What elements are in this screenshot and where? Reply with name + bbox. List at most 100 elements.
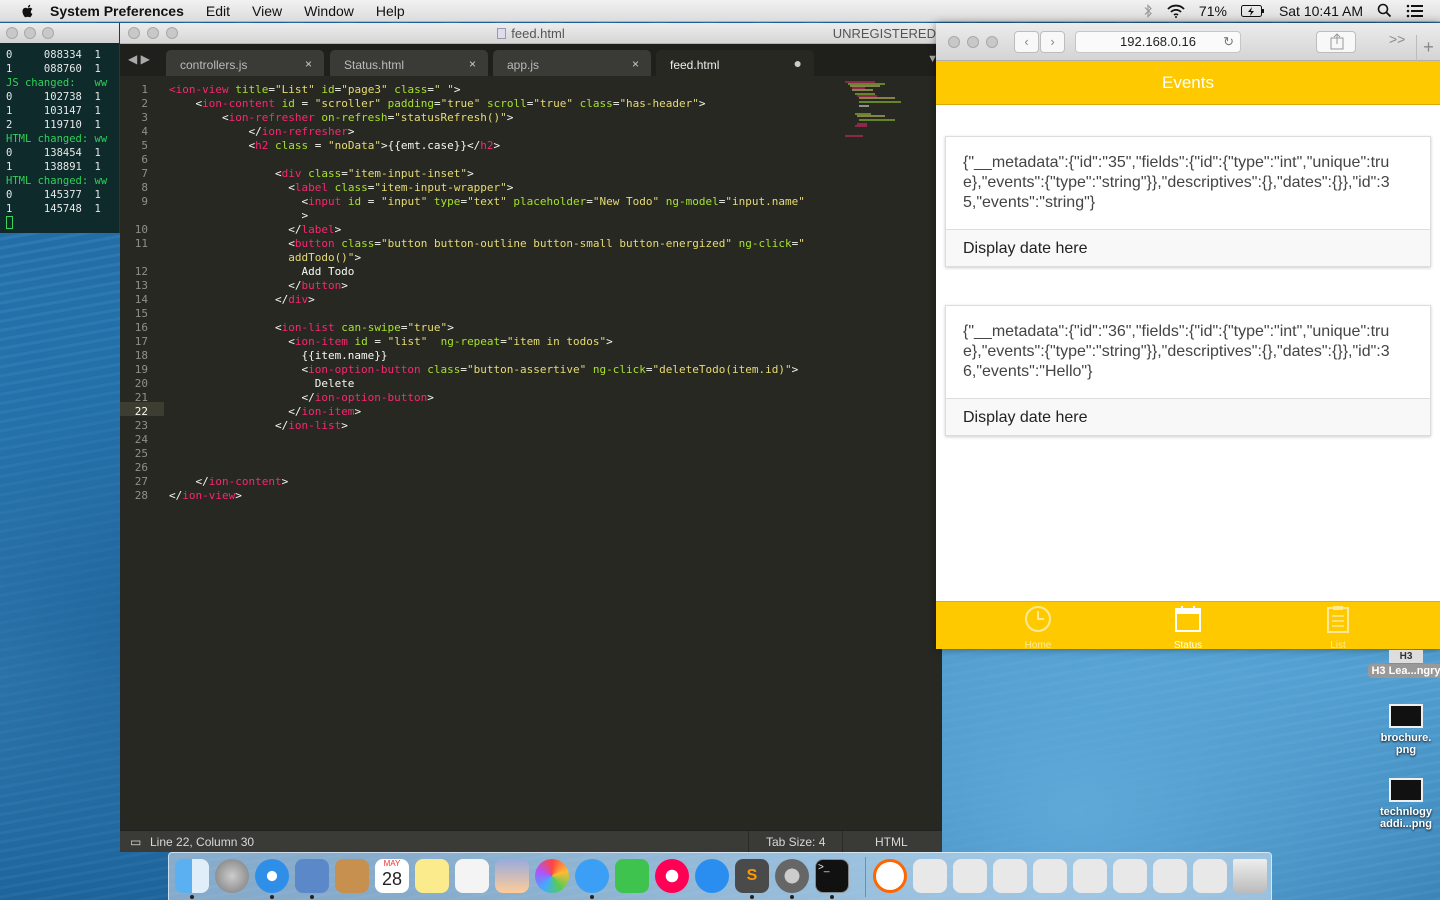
code-line[interactable]: <ion-refresher on-refresh="statusRefresh… [169, 111, 513, 125]
code-line[interactable]: </ion-refresher> [169, 125, 354, 139]
syntax-selector[interactable]: HTML [875, 835, 908, 849]
code-line[interactable]: Delete [169, 377, 355, 391]
messages-icon[interactable] [575, 859, 609, 893]
tab-status[interactable]: Status [1138, 604, 1238, 651]
tab-navigation-icon[interactable]: ◀ ▶ [128, 52, 150, 66]
launchpad-icon[interactable] [215, 859, 249, 893]
terminal-app-icon[interactable]: >_ [815, 859, 849, 893]
system-preferences-icon[interactable] [775, 859, 809, 893]
code-line[interactable]: <div class="item-input-inset"> [169, 167, 474, 181]
terminal-minimize-button[interactable] [24, 27, 36, 39]
tab-controllers-js[interactable]: controllers.js × [166, 50, 324, 76]
browser-zoom-button[interactable] [986, 36, 998, 48]
code-line[interactable]: </div> [169, 293, 315, 307]
notes-icon[interactable] [415, 859, 449, 893]
documents-stack-icon[interactable] [953, 859, 987, 893]
notification-center-icon[interactable] [1406, 4, 1424, 18]
code-line[interactable]: <label class="item-input-wrapper"> [169, 181, 513, 195]
sublime-text-window[interactable]: feed.html UNREGISTERED ◀ ▶ controllers.j… [120, 23, 942, 853]
terminal-output[interactable]: 0 088334 1 1 088760 1 JS changed: ww 0 1… [0, 43, 119, 233]
menu-window[interactable]: Window [304, 3, 354, 19]
desktop-file-h3[interactable]: H3 H3 Lea...ngry [1366, 650, 1440, 678]
code-editor[interactable]: 1 <ion-view title="List" id="page3" class… [120, 80, 850, 820]
menu-view[interactable]: View [252, 3, 282, 19]
tab-modified-icon[interactable]: ● [794, 55, 802, 71]
reload-icon[interactable]: ↻ [1223, 32, 1234, 52]
terminal-window[interactable]: 0 088334 1 1 088760 1 JS changed: ww 0 1… [0, 23, 120, 233]
code-line[interactable]: </ion-content> [169, 475, 288, 489]
reminders-icon[interactable] [455, 859, 489, 893]
safari-icon[interactable] [255, 859, 289, 893]
finder-icon[interactable] [175, 859, 209, 893]
code-line[interactable]: addTodo()"> [169, 251, 361, 265]
battery-icon[interactable] [1240, 4, 1265, 17]
toolbar-overflow-icon[interactable]: >> [1389, 31, 1405, 47]
ibooks-icon[interactable] [873, 859, 907, 893]
back-button[interactable]: ‹ [1014, 31, 1039, 53]
tab-app-js[interactable]: app.js × [493, 50, 651, 76]
minimap[interactable] [845, 81, 905, 141]
tab-status-html[interactable]: Status.html × [330, 50, 488, 76]
tab-home[interactable]: Home [988, 604, 1088, 651]
menu-clock[interactable]: Sat 10:41 AM [1279, 3, 1363, 19]
code-line[interactable]: <ion-option-button class="button-asserti… [169, 363, 798, 377]
new-tab-button[interactable]: + [1416, 35, 1440, 61]
desktop-file-technology[interactable]: technlogy addi...png [1366, 778, 1440, 830]
contacts-icon[interactable] [335, 859, 369, 893]
tab-size-selector[interactable]: Tab Size: 4 [766, 835, 825, 849]
code-line[interactable]: <h2 class = "noData">{{emt.case}}</h2> [169, 139, 500, 153]
bluetooth-icon[interactable] [1143, 3, 1153, 18]
code-line[interactable]: <input id = "input" type="text" placehol… [169, 195, 804, 209]
menu-edit[interactable]: Edit [206, 3, 230, 19]
terminal-zoom-button[interactable] [42, 27, 54, 39]
apple-menu-icon[interactable] [20, 3, 36, 19]
battery-percent[interactable]: 71% [1199, 3, 1227, 19]
menu-help[interactable]: Help [376, 3, 405, 19]
code-line[interactable]: <ion-item id = "list" ng-repeat="item in… [169, 335, 613, 349]
code-line[interactable]: > [169, 209, 308, 223]
tab-list[interactable]: List [1288, 604, 1388, 651]
desktop-file-brochure[interactable]: brochure. png [1366, 704, 1440, 756]
photo-booth-icon[interactable] [495, 859, 529, 893]
sublime-text-icon[interactable]: S [735, 859, 769, 893]
photos-icon[interactable] [535, 859, 569, 893]
menu-app-name[interactable]: System Preferences [50, 3, 184, 19]
code-line[interactable]: <ion-content id = "scroller" padding="tr… [169, 97, 705, 111]
tab-close-icon[interactable]: × [305, 57, 312, 71]
code-line[interactable]: <ion-view title="List" id="page3" class=… [169, 83, 460, 97]
browser-close-button[interactable] [948, 36, 960, 48]
code-line[interactable]: </label> [169, 223, 341, 237]
code-line[interactable]: <ion-list can-swipe="true"> [169, 321, 454, 335]
code-line[interactable]: </button> [169, 279, 348, 293]
preview-icon[interactable] [295, 859, 329, 893]
code-line[interactable]: </ion-view> [169, 489, 242, 503]
editor-titlebar[interactable]: feed.html UNREGISTERED [120, 23, 942, 44]
code-line[interactable]: </ion-item> [169, 405, 361, 419]
tab-close-icon[interactable]: × [469, 57, 476, 71]
app-store-icon[interactable] [695, 859, 729, 893]
downloads-stack-icon[interactable] [913, 859, 947, 893]
trash-icon[interactable] [1233, 859, 1267, 893]
itunes-icon[interactable] [655, 859, 689, 893]
screenshot-thumbnail-icon[interactable] [1193, 859, 1227, 893]
share-button[interactable] [1316, 31, 1356, 53]
wifi-icon[interactable] [1167, 4, 1185, 18]
terminal-titlebar[interactable] [0, 23, 119, 43]
code-line[interactable]: </ion-list> [169, 419, 348, 433]
event-card[interactable]: {"__metadata":{"id":"35","fields":{"id":… [945, 136, 1431, 267]
terminal-close-button[interactable] [6, 27, 18, 39]
status-panel-icon[interactable]: ▭ [130, 835, 141, 849]
calendar-app-icon[interactable]: MAY 28 [375, 859, 409, 893]
event-card[interactable]: {"__metadata":{"id":"36","fields":{"id":… [945, 305, 1431, 436]
facetime-icon[interactable] [615, 859, 649, 893]
screenshot-thumbnail-icon[interactable] [1033, 859, 1067, 893]
forward-button[interactable]: › [1040, 31, 1065, 53]
browser-minimize-button[interactable] [967, 36, 979, 48]
screenshot-thumbnail-icon[interactable] [1073, 859, 1107, 893]
screenshot-thumbnail-icon[interactable] [1153, 859, 1187, 893]
address-bar[interactable]: 192.168.0.16 ↻ [1075, 31, 1241, 53]
tab-feed-html[interactable]: feed.html ● [656, 50, 814, 76]
code-line[interactable]: {{item.name}} [169, 349, 387, 363]
code-line[interactable]: Add Todo [169, 265, 354, 279]
tab-close-icon[interactable]: × [632, 57, 639, 71]
